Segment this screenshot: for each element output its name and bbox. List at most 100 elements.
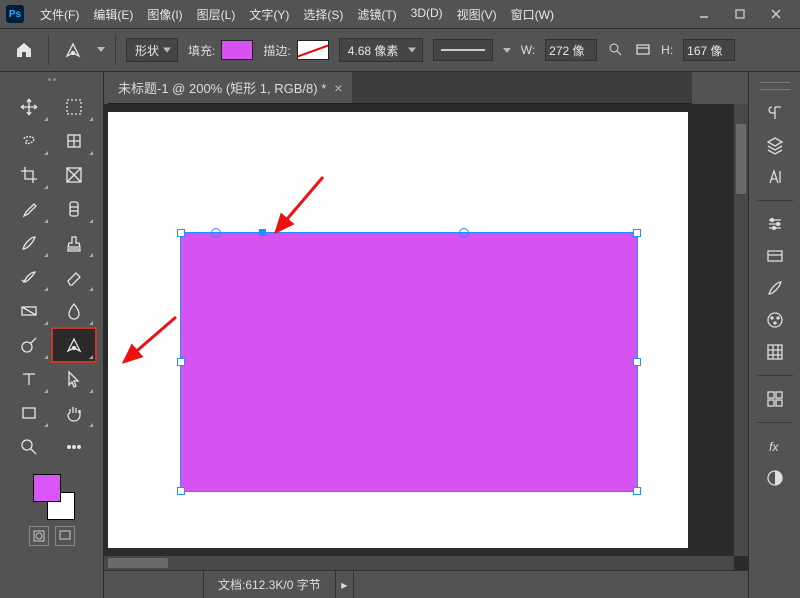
pen-tool-indicator-icon[interactable] bbox=[59, 36, 87, 64]
layers-panel-icon[interactable] bbox=[757, 130, 793, 160]
fill-field: 填充: bbox=[188, 40, 253, 60]
menu-view[interactable]: 视图(V) bbox=[451, 2, 503, 27]
properties-panel-icon[interactable] bbox=[757, 384, 793, 414]
path-select-tool[interactable] bbox=[52, 362, 96, 396]
blur-tool[interactable] bbox=[52, 294, 96, 328]
marquee-tool[interactable] bbox=[52, 90, 96, 124]
panel-grip[interactable] bbox=[760, 82, 790, 90]
close-button[interactable] bbox=[758, 2, 794, 26]
dodge-tool[interactable] bbox=[7, 328, 51, 362]
canvas-area bbox=[104, 104, 748, 570]
width-value: 272 像 bbox=[549, 42, 584, 59]
fill-label: 填充: bbox=[188, 42, 215, 59]
menu-window[interactable]: 窗口(W) bbox=[505, 2, 560, 27]
quick-select-tool[interactable] bbox=[52, 124, 96, 158]
character-panel-icon[interactable] bbox=[757, 162, 793, 192]
separator bbox=[48, 35, 49, 65]
move-tool[interactable] bbox=[7, 90, 51, 124]
foreground-color-swatch[interactable] bbox=[33, 474, 61, 502]
tab-close-icon[interactable]: × bbox=[334, 80, 342, 96]
minimize-button[interactable] bbox=[686, 2, 722, 26]
document-tab[interactable]: 未标题-1 @ 200% (矩形 1, RGB/8) * × bbox=[108, 72, 352, 103]
panel-separator bbox=[757, 375, 793, 376]
brush-tool[interactable] bbox=[7, 226, 51, 260]
panel-separator bbox=[757, 422, 793, 423]
width-input[interactable]: 272 像 bbox=[545, 39, 597, 61]
menu-filter[interactable]: 滤镜(T) bbox=[351, 2, 402, 27]
panel-separator bbox=[757, 200, 793, 201]
vertical-scrollbar[interactable] bbox=[734, 104, 748, 556]
lasso-tool[interactable] bbox=[7, 124, 51, 158]
maximize-button[interactable] bbox=[722, 2, 758, 26]
paragraph-panel-icon[interactable] bbox=[757, 98, 793, 128]
stroke-color-swatch[interactable] bbox=[297, 40, 329, 60]
menu-3d[interactable]: 3D(D) bbox=[405, 2, 449, 27]
doc-info-text: 文档:612.3K/0 字节 bbox=[218, 576, 321, 593]
rectangle-shape[interactable] bbox=[180, 232, 638, 492]
doc-info-menu-icon[interactable]: ▸ bbox=[336, 571, 354, 598]
screen-mode-icon[interactable] bbox=[55, 526, 75, 546]
tool-dropdown-icon[interactable] bbox=[97, 47, 105, 53]
doc-info[interactable]: 文档:612.3K/0 字节 bbox=[204, 571, 336, 598]
color-panel-icon[interactable] bbox=[757, 305, 793, 335]
app-logo: Ps bbox=[6, 5, 24, 23]
horizontal-scrollbar[interactable] bbox=[104, 556, 734, 570]
crop-tool[interactable] bbox=[7, 158, 51, 192]
aspect-lock-icon[interactable] bbox=[635, 41, 651, 60]
height-label: H: bbox=[661, 43, 673, 57]
zoom-level-box[interactable] bbox=[104, 571, 204, 598]
libraries-panel-icon[interactable] bbox=[757, 241, 793, 271]
menu-file[interactable]: 文件(F) bbox=[34, 2, 85, 27]
eyedropper-tool[interactable] bbox=[7, 192, 51, 226]
document-tab-title: 未标题-1 @ 200% (矩形 1, RGB/8) * bbox=[118, 78, 326, 97]
quick-mask-icon[interactable] bbox=[29, 526, 49, 546]
document-canvas[interactable] bbox=[108, 112, 688, 548]
hand-tool[interactable] bbox=[52, 396, 96, 430]
stroke-field: 描边: bbox=[263, 40, 328, 60]
edit-toolbar[interactable] bbox=[52, 430, 96, 464]
eraser-tool[interactable] bbox=[52, 260, 96, 294]
stamp-tool[interactable] bbox=[52, 226, 96, 260]
main-menu: 文件(F) 编辑(E) 图像(I) 图层(L) 文字(Y) 选择(S) 滤镜(T… bbox=[34, 2, 560, 27]
horizontal-scroll-thumb[interactable] bbox=[108, 558, 168, 568]
vertical-scroll-thumb[interactable] bbox=[736, 124, 746, 194]
swatches-panel-icon[interactable] bbox=[757, 337, 793, 367]
channels-panel-icon[interactable] bbox=[757, 463, 793, 493]
stroke-line-preview bbox=[441, 49, 485, 51]
stroke-style-dropdown-icon[interactable] bbox=[503, 48, 511, 53]
options-bar: 形状 填充: 描边: 4.68 像素 W: 272 像 H: 167 像 bbox=[0, 28, 800, 72]
title-bar: Ps 文件(F) 编辑(E) 图像(I) 图层(L) 文字(Y) 选择(S) 滤… bbox=[0, 0, 800, 28]
adjustments-panel-icon[interactable] bbox=[757, 209, 793, 239]
shape-mode-select[interactable]: 形状 bbox=[126, 38, 178, 62]
fill-color-swatch[interactable] bbox=[221, 40, 253, 60]
menu-layer[interactable]: 图层(L) bbox=[191, 2, 242, 27]
document-tab-bar: 未标题-1 @ 200% (矩形 1, RGB/8) * × bbox=[108, 72, 692, 104]
healing-tool[interactable] bbox=[52, 192, 96, 226]
stroke-style-select[interactable] bbox=[433, 39, 493, 61]
rectangle-tool[interactable] bbox=[7, 396, 51, 430]
separator bbox=[115, 35, 116, 65]
annotation-arrow-top bbox=[268, 172, 328, 245]
svg-text:fx: fx bbox=[769, 440, 779, 454]
stroke-width-value: 4.68 像素 bbox=[348, 42, 399, 59]
home-icon[interactable] bbox=[10, 36, 38, 64]
pen-tool[interactable] bbox=[52, 328, 96, 362]
history-brush-tool[interactable] bbox=[7, 260, 51, 294]
styles-panel-icon[interactable]: fx bbox=[757, 431, 793, 461]
brush-panel-icon[interactable] bbox=[757, 273, 793, 303]
menu-type[interactable]: 文字(Y) bbox=[243, 2, 295, 27]
link-wh-icon[interactable] bbox=[607, 41, 625, 59]
width-label: W: bbox=[521, 43, 535, 57]
stroke-width-input[interactable]: 4.68 像素 bbox=[339, 38, 423, 62]
menu-select[interactable]: 选择(S) bbox=[297, 2, 349, 27]
height-value: 167 像 bbox=[687, 42, 722, 59]
zoom-tool[interactable] bbox=[7, 430, 51, 464]
color-swatch-pair[interactable] bbox=[29, 474, 75, 520]
height-input[interactable]: 167 像 bbox=[683, 39, 735, 61]
toolbox-grip[interactable] bbox=[0, 72, 103, 86]
menu-image[interactable]: 图像(I) bbox=[141, 2, 188, 27]
frame-tool[interactable] bbox=[52, 158, 96, 192]
menu-edit[interactable]: 编辑(E) bbox=[87, 2, 139, 27]
type-tool[interactable] bbox=[7, 362, 51, 396]
gradient-tool[interactable] bbox=[7, 294, 51, 328]
